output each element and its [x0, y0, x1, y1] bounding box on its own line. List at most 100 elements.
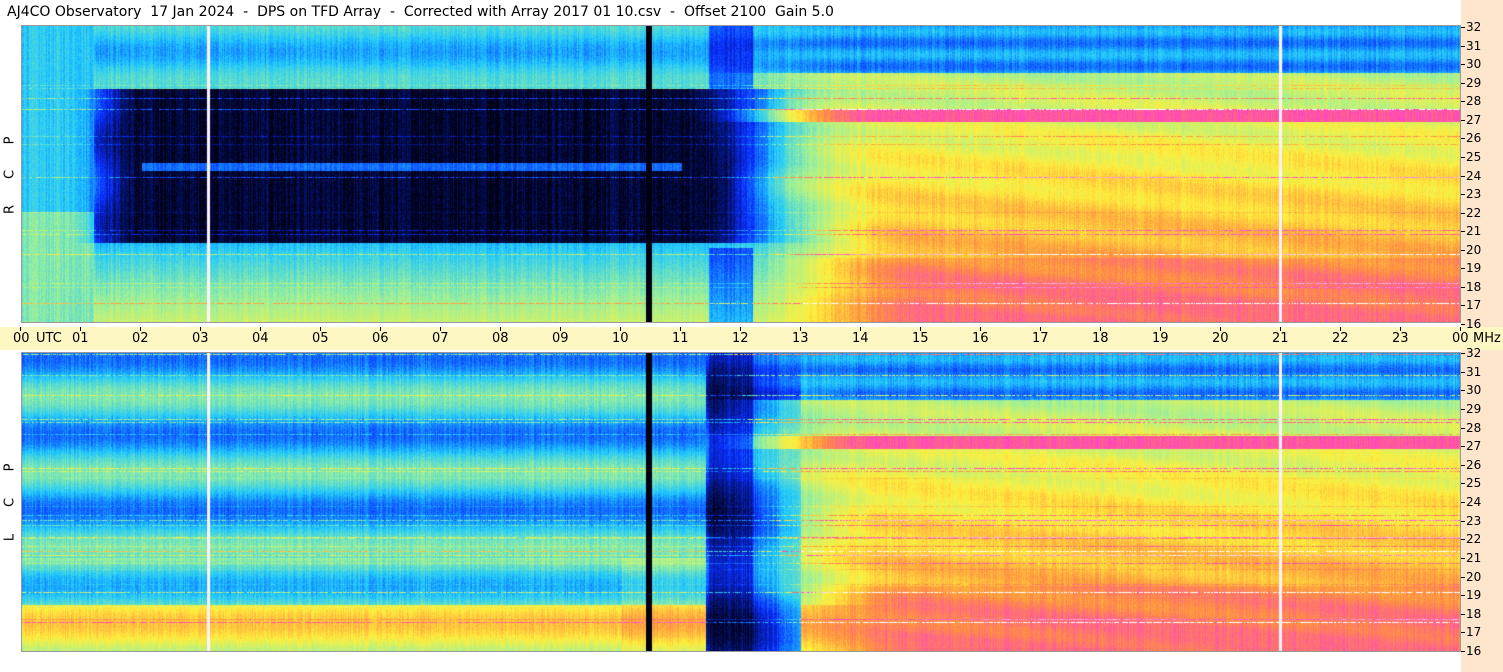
utc-tick-label: 00 [1452, 331, 1469, 346]
frequency-tick-label: 24 [1466, 169, 1482, 183]
utc-tick-label: 08 [492, 331, 509, 346]
utc-tick-label: 20 [1212, 331, 1229, 346]
utc-tick-label: 15 [912, 331, 929, 346]
frequency-unit-label: MHz [1473, 331, 1501, 346]
frequency-tick-label: 30 [1466, 57, 1482, 71]
utc-tick-label: 01 [72, 331, 89, 346]
frequency-tick-mark [1461, 46, 1465, 47]
utc-tick-label: 07 [432, 331, 449, 346]
utc-axis: 00 01 02 03 04 05 06 07 08 09 10 11 12 13 14 15 16 17 18 19… [0, 327, 1503, 350]
frequency-tick-label: 21 [1466, 551, 1482, 565]
frequency-tick-mark [1461, 502, 1465, 503]
frequency-tick-label: 19 [1466, 588, 1482, 602]
polarization-letter: C [2, 169, 18, 180]
rcp-spectrogram [22, 26, 1460, 322]
utc-tick-label: 13 [792, 331, 809, 346]
frequency-tick-label: 20 [1466, 243, 1482, 257]
frequency-tick-mark [1461, 558, 1465, 559]
frequency-tick-label: 16 [1466, 317, 1482, 331]
frequency-tick-mark [1461, 305, 1465, 306]
utc-tick-label: 23 [1392, 331, 1409, 346]
chart-title: AJ4CO Observatory 17 Jan 2024 - DPS on T… [7, 4, 834, 20]
frequency-tick-label: 32 [1466, 346, 1482, 360]
frequency-tick-mark [1461, 372, 1465, 373]
frequency-tick-label: 29 [1466, 402, 1482, 416]
utc-tick-label: 03 [192, 331, 209, 346]
frequency-tick-mark [1461, 157, 1465, 158]
utc-tick-label: 04 [252, 331, 269, 346]
frequency-tick-mark [1461, 521, 1465, 522]
frequency-tick-label: 28 [1466, 421, 1482, 435]
utc-tick-label: 06 [372, 331, 389, 346]
frequency-tick-label: 30 [1466, 383, 1482, 397]
utc-tick-label: 22 [1332, 331, 1349, 346]
frequency-tick-mark [1461, 446, 1465, 447]
polarization-letter: L [2, 533, 18, 542]
frequency-tick-mark [1461, 428, 1465, 429]
frequency-tick-mark [1461, 101, 1465, 102]
utc-tick-label: 05 [312, 331, 329, 346]
frequency-tick-mark [1461, 250, 1465, 251]
frequency-tick-mark [1461, 287, 1465, 288]
frequency-tick-label: 23 [1466, 187, 1482, 201]
frequency-tick-mark [1461, 353, 1465, 354]
frequency-tick-mark [1461, 324, 1465, 325]
frequency-tick-label: 31 [1466, 39, 1482, 53]
utc-tick-label: 00 [13, 331, 30, 346]
utc-tick-label: 14 [852, 331, 869, 346]
polarization-letter: R [2, 204, 18, 215]
frequency-tick-label: 20 [1466, 570, 1482, 584]
polarization-letter: P [2, 463, 18, 472]
frequency-tick-label: 22 [1466, 206, 1482, 220]
frequency-tick-mark [1461, 120, 1465, 121]
frequency-tick-label: 18 [1466, 280, 1482, 294]
frequency-tick-mark [1461, 231, 1465, 232]
frequency-tick-mark [1461, 138, 1465, 139]
utc-tick-label: 19 [1152, 331, 1169, 346]
utc-tick-label: 21 [1272, 331, 1289, 346]
frequency-tick-label: 25 [1466, 150, 1482, 164]
frequency-tick-label: 16 [1466, 644, 1482, 658]
frequency-tick-mark [1461, 595, 1465, 596]
frequency-tick-label: 29 [1466, 76, 1482, 90]
utc-tick-label: 02 [132, 331, 149, 346]
utc-tick-label: 11 [672, 331, 689, 346]
frequency-tick-label: 24 [1466, 495, 1482, 509]
frequency-tick-mark [1461, 194, 1465, 195]
frequency-tick-label: 22 [1466, 532, 1482, 546]
utc-tick-label: 18 [1092, 331, 1109, 346]
frequency-tick-mark [1461, 390, 1465, 391]
frequency-tick-mark [1461, 409, 1465, 410]
frequency-tick-label: 17 [1466, 625, 1482, 639]
polarization-letter: P [2, 136, 18, 145]
frequency-tick-mark [1461, 465, 1465, 466]
frequency-tick-mark [1461, 213, 1465, 214]
utc-tick-label: 10 [612, 331, 629, 346]
frequency-tick-label: 28 [1466, 94, 1482, 108]
frequency-tick-mark [1461, 632, 1465, 633]
lcp-spectrogram [22, 353, 1460, 651]
utc-tick-label: 16 [972, 331, 989, 346]
utc-tick-label: 12 [732, 331, 749, 346]
frequency-tick-label: 32 [1466, 20, 1482, 34]
frequency-tick-label: 17 [1466, 298, 1482, 312]
frequency-tick-label: 19 [1466, 261, 1482, 275]
frequency-tick-label: 23 [1466, 514, 1482, 528]
frequency-tick-label: 26 [1466, 131, 1482, 145]
frequency-tick-label: 25 [1466, 476, 1482, 490]
frequency-axis-bottom [1461, 350, 1503, 672]
frequency-tick-mark [1461, 651, 1465, 652]
frequency-tick-mark [1461, 268, 1465, 269]
frequency-tick-label: 27 [1466, 439, 1482, 453]
frequency-tick-mark [1461, 176, 1465, 177]
frequency-tick-mark [1461, 27, 1465, 28]
frequency-tick-mark [1461, 483, 1465, 484]
frequency-tick-label: 18 [1466, 607, 1482, 621]
frequency-tick-label: 26 [1466, 458, 1482, 472]
frequency-tick-mark [1461, 83, 1465, 84]
frequency-tick-mark [1461, 539, 1465, 540]
polarization-letter: C [2, 497, 18, 508]
frequency-tick-mark [1461, 64, 1465, 65]
frequency-tick-label: 27 [1466, 113, 1482, 127]
frequency-tick-mark [1461, 614, 1465, 615]
